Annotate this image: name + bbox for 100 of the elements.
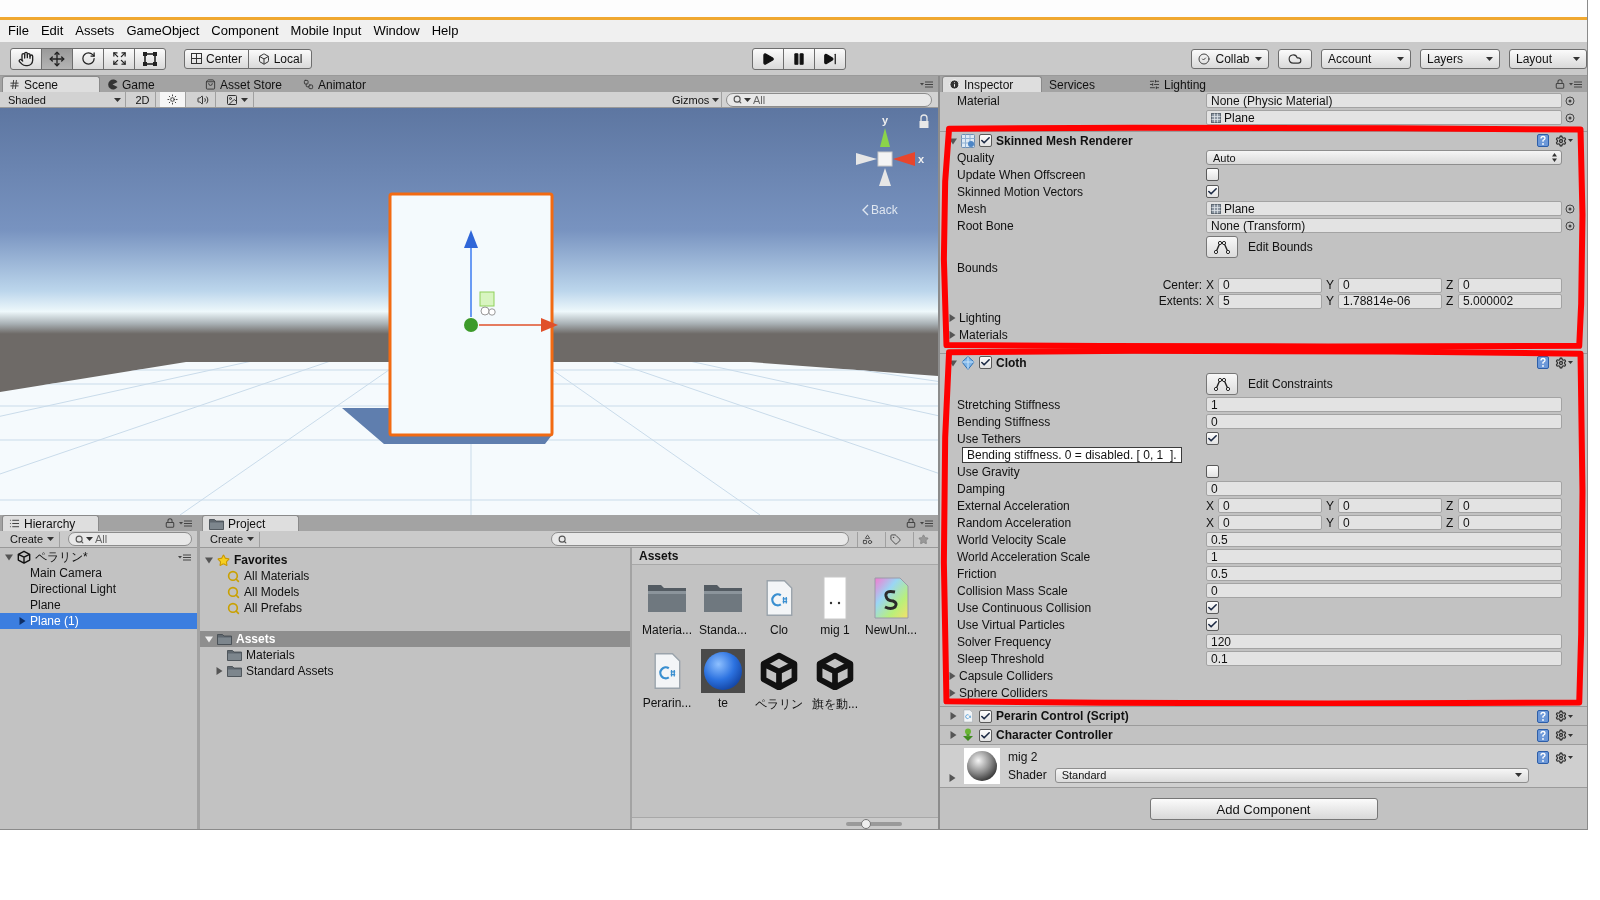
number-field[interactable]: 1 <box>1206 549 1562 564</box>
menu-icon[interactable] <box>179 519 192 527</box>
component-header[interactable]: Cloth <box>940 353 1587 371</box>
account-dropdown[interactable]: Account <box>1321 48 1411 69</box>
foldout[interactable]: Materials <box>948 327 1008 342</box>
checkbox[interactable] <box>1206 601 1219 614</box>
tree-item[interactable]: All Models <box>200 584 630 600</box>
tree-item[interactable]: Materials <box>200 647 630 663</box>
number-field[interactable]: 0 <box>1338 277 1442 293</box>
horizontal-axis-arrow[interactable] <box>478 318 558 332</box>
foldout[interactable]: Sphere Colliders <box>948 685 1048 700</box>
number-field[interactable]: 0 <box>1218 515 1322 530</box>
asset-item[interactable]: Perarin... <box>639 649 695 713</box>
number-field[interactable]: 0 <box>1458 498 1562 513</box>
number-field[interactable]: 0 <box>1458 515 1562 530</box>
number-field[interactable]: 0 <box>1338 515 1442 530</box>
panel-tab[interactable]: Inspector <box>942 76 1042 92</box>
edit-mode-button[interactable] <box>1206 235 1238 258</box>
menu-item[interactable]: Mobile Input <box>284 21 368 41</box>
object-field[interactable]: Plane <box>1206 110 1562 125</box>
tree-item[interactable]: All Prefabs <box>200 600 630 616</box>
menu-item[interactable]: File <box>2 21 35 41</box>
gear-icon[interactable] <box>1555 710 1573 722</box>
tool-button[interactable] <box>134 47 166 70</box>
number-field[interactable]: 1 <box>1206 397 1562 412</box>
create-dropdown[interactable]: Create <box>5 531 61 547</box>
asset-item[interactable]: 旗を動... <box>807 649 863 713</box>
create-dropdown[interactable]: Create <box>205 531 261 547</box>
mode-2d-button[interactable]: 2D <box>130 92 156 107</box>
menu-icon[interactable] <box>1569 80 1582 88</box>
playback-button[interactable] <box>751 47 784 70</box>
asset-item[interactable]: te <box>695 649 751 713</box>
toggle-button[interactable] <box>160 92 186 107</box>
search-field[interactable]: All <box>68 532 193 546</box>
checkbox[interactable] <box>979 728 992 742</box>
help-icon[interactable] <box>1537 728 1549 742</box>
panel-tab[interactable]: Animator <box>296 76 394 92</box>
panel-tab[interactable]: Game <box>100 76 198 92</box>
tree-item[interactable]: Plane (1) <box>0 613 197 629</box>
help-icon[interactable] <box>1537 709 1549 723</box>
help-icon[interactable] <box>1537 356 1549 369</box>
number-field[interactable]: 1.78814e-06 <box>1338 293 1442 309</box>
number-field[interactable]: 0 <box>1458 277 1562 293</box>
tree-item[interactable]: All Materials <box>200 568 630 584</box>
panel-tab[interactable]: Project <box>202 515 299 531</box>
playback-button[interactable] <box>813 47 846 70</box>
lock-icon[interactable] <box>906 518 916 528</box>
tree-item[interactable]: Directional Light <box>0 581 197 597</box>
target-icon[interactable] <box>1565 203 1575 214</box>
menu-item[interactable]: Edit <box>34 21 70 41</box>
target-icon[interactable] <box>1565 95 1575 106</box>
playback-button[interactable] <box>782 47 815 70</box>
number-field[interactable]: 0 <box>1338 498 1442 513</box>
number-field[interactable]: 0 <box>1206 481 1562 496</box>
gear-icon[interactable] <box>1555 751 1573 764</box>
foldout[interactable]: Lighting <box>948 310 1002 325</box>
layout-dropdown[interactable]: Layout <box>1509 48 1587 69</box>
number-field[interactable]: 0 <box>1206 583 1562 598</box>
gear-icon[interactable] <box>1555 134 1573 147</box>
asset-item[interactable]: Materia... <box>639 576 695 637</box>
dropdown[interactable]: Auto <box>1206 150 1562 165</box>
panel-tab[interactable]: Lighting <box>1142 76 1242 92</box>
number-field[interactable]: 0 <box>1218 498 1322 513</box>
checkbox[interactable] <box>1206 465 1219 478</box>
tool-button[interactable] <box>72 47 104 70</box>
panel-tab[interactable]: Asset Store <box>198 76 296 92</box>
scene-row[interactable]: ペラリン* <box>0 549 197 565</box>
menu-icon[interactable] <box>920 519 933 527</box>
cloud-button[interactable] <box>1278 48 1312 69</box>
search-field[interactable]: All <box>726 92 932 107</box>
slider-thumb[interactable] <box>860 818 871 829</box>
menu-item[interactable]: Assets <box>69 21 121 41</box>
gear-icon[interactable] <box>1555 729 1573 741</box>
tree-item[interactable]: Plane <box>0 597 197 613</box>
tool-button[interactable] <box>103 47 135 70</box>
tree-item[interactable]: Main Camera <box>0 565 197 581</box>
edit-mode-button[interactable] <box>1206 372 1238 395</box>
shader-dropdown[interactable]: Standard <box>1054 767 1529 783</box>
add-component-button[interactable]: Add Component <box>1149 798 1378 820</box>
pivot-button[interactable]: Center <box>184 48 250 69</box>
target-icon[interactable] <box>1565 112 1575 123</box>
panel-tab[interactable]: Scene <box>2 76 100 92</box>
lock-icon[interactable] <box>919 114 929 128</box>
gizmos-dropdown[interactable]: Gizmos <box>668 92 722 107</box>
object-field[interactable]: Plane <box>1206 201 1562 216</box>
panel-tab[interactable]: Services <box>1042 76 1142 92</box>
layers-dropdown[interactable]: Layers <box>1420 48 1500 69</box>
number-field[interactable]: 120 <box>1206 634 1562 649</box>
menu-icon[interactable] <box>178 553 191 561</box>
checkbox[interactable] <box>1206 618 1219 631</box>
menu-item[interactable]: Window <box>367 21 426 41</box>
number-field[interactable]: 0.5 <box>1206 532 1562 547</box>
checkbox[interactable] <box>979 709 992 723</box>
checkbox[interactable] <box>1206 432 1219 445</box>
number-field[interactable]: 0 <box>1218 277 1322 293</box>
vertical-axis-arrow[interactable] <box>464 230 478 318</box>
component-header[interactable]: Skinned Mesh Renderer <box>940 131 1587 149</box>
slider-track[interactable] <box>846 821 902 826</box>
tree-item[interactable]: Favorites <box>200 552 630 568</box>
checkbox[interactable] <box>1206 168 1219 181</box>
